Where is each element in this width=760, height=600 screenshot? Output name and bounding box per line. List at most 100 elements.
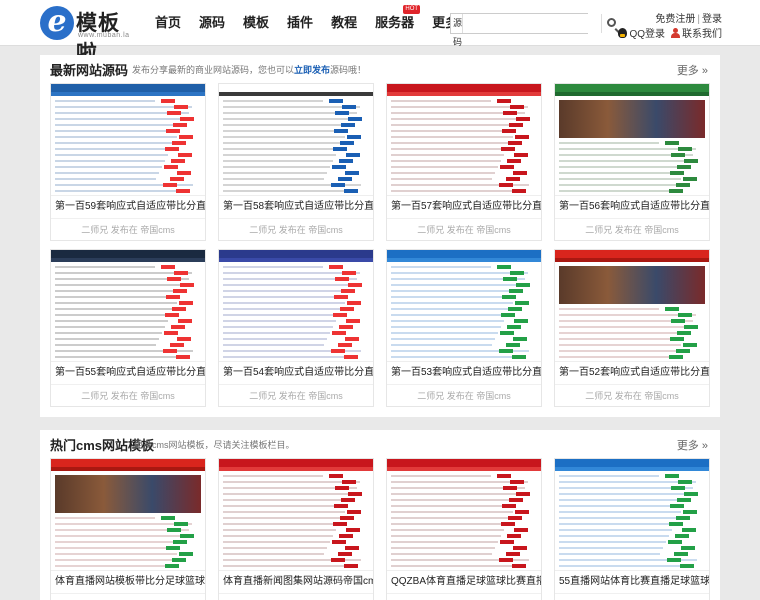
card-thumbnail[interactable] [51, 250, 205, 362]
card-thumbnail[interactable] [387, 459, 541, 571]
double-chevron-right-icon: » [698, 440, 708, 452]
card-meta: 二师兄 发布在 帝国cms [219, 384, 373, 406]
thumb-row [223, 553, 324, 555]
template-card[interactable]: 第一百59套响应式自适应带比分直... 二师兄 发布在 帝国cms [50, 83, 206, 241]
card-thumbnail[interactable] [219, 459, 373, 571]
template-card[interactable]: 第一百54套响应式自适应带比分直... 二师兄 发布在 帝国cms [218, 249, 374, 407]
template-card[interactable]: 第一百58套响应式自适应带比分直... 二师兄 发布在 帝国cms [218, 83, 374, 241]
nav-item[interactable]: 服务器 HOT [366, 0, 423, 46]
thumb-row [55, 160, 165, 162]
nav-item[interactable]: 模板 [234, 0, 278, 46]
nav-item-label: 首页 [155, 15, 182, 30]
thumb-button [329, 99, 343, 103]
thumb-button [164, 331, 178, 335]
card-thumbnail[interactable] [387, 250, 541, 362]
card-title[interactable]: 第一百56套响应式自适应带比分直... [555, 196, 709, 218]
thumb-header [219, 459, 373, 467]
register-link[interactable]: 免费注册 [655, 14, 695, 25]
thumb-row [55, 559, 174, 561]
thumb-button [508, 516, 522, 520]
card-title[interactable]: 体育直播网站模板带比分足球篮球... [51, 571, 205, 593]
card-title[interactable]: 第一百57套响应式自适应带比分直... [387, 196, 541, 218]
card-thumbnail[interactable] [387, 84, 541, 196]
thumb-row [223, 541, 330, 543]
thumb-button [344, 564, 358, 568]
thumb-button [165, 313, 179, 317]
card-title[interactable]: 第一百55套响应式自适应带比分直... [51, 362, 205, 384]
thumb-banner-image [55, 475, 201, 513]
thumb-row [391, 308, 510, 310]
card-thumbnail[interactable] [219, 84, 373, 196]
thumb-button [512, 564, 526, 568]
thumb-button [348, 492, 362, 496]
card-meta: 二师兄 发布在 帝国cms [555, 384, 709, 406]
thumb-button [174, 271, 188, 275]
card-title[interactable]: 第一百58套响应式自适应带比分直... [219, 196, 373, 218]
more-link[interactable]: 更多 » [677, 437, 708, 453]
thumb-header [219, 84, 373, 92]
thumb-button [671, 153, 685, 157]
thumb-row [559, 184, 678, 186]
thumb-row [55, 565, 171, 567]
card-title[interactable]: 体育直播新闻图集网站源码帝国cms... [219, 571, 373, 593]
card-thumbnail[interactable] [219, 250, 373, 362]
thumb-button [171, 325, 185, 329]
login-link[interactable]: 登录 [702, 14, 722, 25]
more-label: 更多 [676, 440, 699, 452]
search-button[interactable] [601, 14, 617, 33]
template-card[interactable]: 55直播网站体育比赛直播足球篮球...二师兄 发布在 帝国cms [554, 458, 710, 600]
card-title[interactable]: 55直播网站体育比赛直播足球篮球... [555, 571, 709, 593]
thumb-row [559, 148, 696, 150]
template-card[interactable]: 第一百52套响应式自适应带比分直... 二师兄 发布在 帝国cms [554, 249, 710, 407]
search-category-select[interactable]: 源码⌄ [451, 14, 464, 66]
template-card[interactable]: 体育直播网站模板带比分足球篮球...二师兄 发布在 帝国cms [50, 458, 206, 600]
nav-item[interactable]: 源码 [190, 0, 234, 46]
template-card[interactable]: QQZBA体育直播足球篮球比赛直播...二师兄 发布在 帝国cms [386, 458, 542, 600]
thumb-row [559, 535, 669, 537]
card-meta: 二师兄 发布在 帝国cms [51, 384, 205, 406]
card-thumbnail[interactable] [555, 250, 709, 362]
card-title[interactable]: 第一百59套响应式自适应带比分直... [51, 196, 205, 218]
thumb-button [665, 307, 679, 311]
card-thumbnail[interactable] [51, 84, 205, 196]
thumb-button [165, 564, 179, 568]
thumb-row [391, 190, 526, 192]
nav-item[interactable]: 首页 [146, 0, 190, 46]
template-card[interactable]: 第一百57套响应式自适应带比分直... 二师兄 发布在 帝国cms [386, 83, 542, 241]
card-title[interactable]: 第一百54套响应式自适应带比分直... [219, 362, 373, 384]
qq-login-link[interactable]: QQ登录 [618, 25, 665, 40]
template-card[interactable]: 第一百56套响应式自适应带比分直... 二师兄 发布在 帝国cms [554, 83, 710, 241]
publish-now-link[interactable]: 立即发布 [294, 65, 330, 75]
card-title[interactable]: QQZBA体育直播足球篮球比赛直播... [387, 571, 541, 593]
thumb-button [497, 99, 511, 103]
more-link[interactable]: 更多 » [677, 62, 708, 78]
hot-badge: HOT [403, 5, 421, 14]
card-title[interactable]: 第一百53套响应式自适应带比分直... [387, 362, 541, 384]
thumb-row [391, 124, 519, 126]
thumb-row [391, 166, 498, 168]
card-thumbnail[interactable] [555, 459, 709, 571]
section-subtitle-prefix: 发布分享最新的商业网站源码，您也可以 [132, 65, 295, 75]
search-input[interactable] [463, 14, 602, 33]
thumb-button [179, 301, 193, 305]
thumb-row [391, 523, 507, 525]
site-logo[interactable]: e 模板啦 www.muban.la [40, 6, 140, 65]
card-title[interactable]: 第一百52套响应式自适应带比分直... [555, 362, 709, 384]
card-thumbnail[interactable] [555, 84, 709, 196]
thumb-row [55, 314, 171, 316]
thumb-button [499, 558, 513, 562]
template-card[interactable]: 体育直播新闻图集网站源码帝国cms...二师兄 发布在 帝国cms [218, 458, 374, 600]
thumb-row [55, 547, 180, 549]
thumb-button [509, 123, 523, 127]
nav-item[interactable]: 插件 [278, 0, 322, 46]
thumb-button [345, 337, 359, 341]
thumb-button [515, 510, 529, 514]
card-meta: 二师兄 发布在 帝国cms [51, 218, 205, 240]
template-card[interactable]: 第一百53套响应式自适应带比分直... 二师兄 发布在 帝国cms [386, 249, 542, 407]
contact-link[interactable]: 联系我们 [671, 25, 722, 40]
thumb-row [559, 505, 684, 507]
card-thumbnail[interactable] [51, 459, 205, 571]
nav-item[interactable]: 教程 [322, 0, 366, 46]
thumb-row [391, 517, 510, 519]
template-card[interactable]: 第一百55套响应式自适应带比分直... 二师兄 发布在 帝国cms [50, 249, 206, 407]
